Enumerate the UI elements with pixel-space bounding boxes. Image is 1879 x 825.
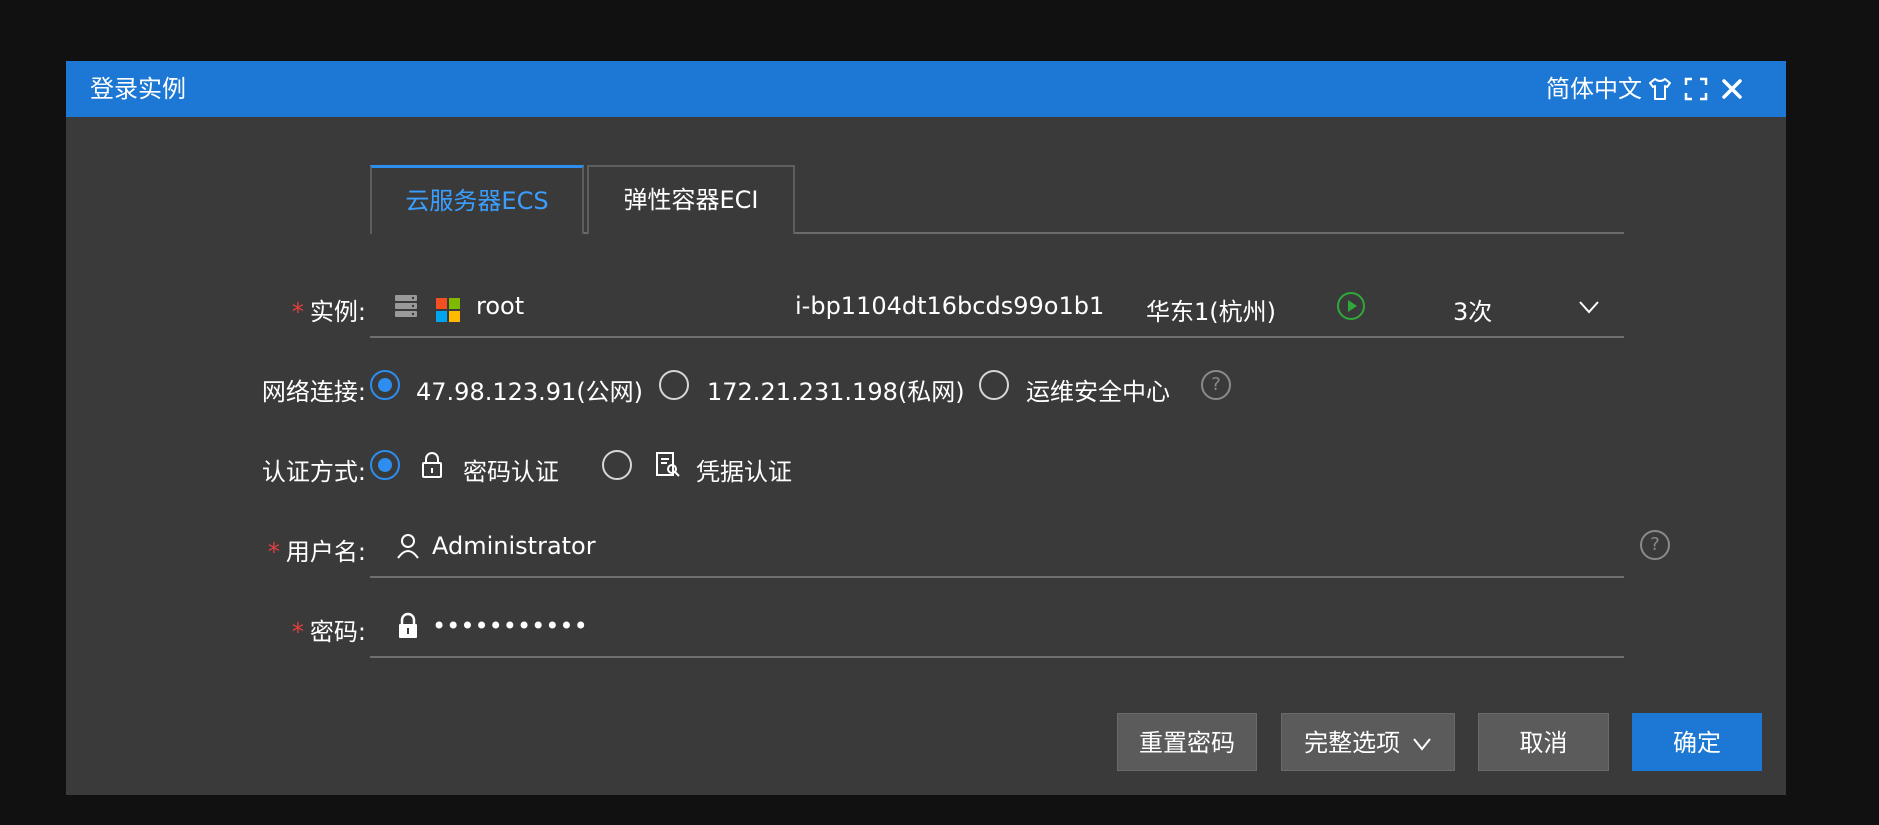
credential-auth-option[interactable]: 凭据认证 [696,452,792,487]
options-chevron-down-icon [1413,738,1431,751]
full-options-button[interactable]: 完整选项 [1281,713,1455,771]
instance-label-text: 实例: [309,298,366,326]
windows-icon [436,298,460,322]
full-options-label: 完整选项 [1304,729,1401,757]
server-icon [395,295,417,317]
radio-public-network[interactable] [370,370,400,400]
dialog-title: 登录实例 [90,75,186,103]
password-auth-option[interactable]: 密码认证 [463,452,559,487]
instance-id: i-bp1104dt16bcds99o1b1 [795,292,1105,320]
instance-region: 华东1(杭州) [1146,298,1276,326]
login-instance-dialog: 登录实例 简体中文 云服务器ECS 弹性容器ECI * 实例: root i-bp… [66,61,1786,795]
radio-password-auth[interactable] [370,450,400,480]
language-selector[interactable]: 简体中文 [1546,61,1642,117]
close-icon[interactable] [1718,75,1746,103]
required-marker: * [267,538,280,566]
password-label-text: 密码: [309,618,366,646]
tab-ecs[interactable]: 云服务器ECS [370,165,584,234]
password-label: * 密码: [66,612,366,647]
tab-eci[interactable]: 弹性容器ECI [587,165,795,234]
radio-credential-auth[interactable] [602,450,632,480]
bastion-option[interactable]: 运维安全中心 [1026,372,1170,407]
private-ip-option[interactable]: 172.21.231.198(私网) [707,372,965,407]
username-label: * 用户名: [66,532,366,567]
password-lock-icon [399,612,417,638]
radio-bastion[interactable] [979,370,1009,400]
username-underline [370,576,1624,578]
password-input[interactable]: ••••••••••• [432,612,588,640]
network-help-icon[interactable]: ? [1201,370,1231,400]
instance-label: * 实例: [66,292,366,327]
instance-name: root [476,292,525,320]
lock-icon [422,452,442,478]
expand-icon[interactable] [1682,75,1710,103]
confirm-button[interactable]: 确定 [1632,713,1762,771]
radio-private-network[interactable] [659,370,689,400]
title-bar: 登录实例 简体中文 [66,61,1786,117]
cancel-button[interactable]: 取消 [1478,713,1609,771]
username-label-text: 用户名: [285,538,366,566]
public-ip-option[interactable]: 47.98.123.91(公网) [416,372,643,407]
required-marker: * [291,618,304,646]
network-label: 网络连接: [261,378,366,406]
required-marker: * [291,298,304,326]
user-icon [397,534,419,559]
shirt-icon[interactable] [1646,75,1674,103]
password-underline [370,656,1624,658]
reset-password-button[interactable]: 重置密码 [1117,713,1257,771]
play-circle-icon [1337,292,1365,320]
username-input[interactable]: Administrator [432,532,596,560]
auth-label: 认证方式: [261,458,366,486]
instance-select-underline[interactable] [370,336,1624,338]
username-help-icon[interactable]: ? [1640,530,1670,560]
chevron-down-icon[interactable] [1578,296,1600,318]
login-count: 3次 [1453,298,1493,326]
credential-icon [656,452,680,477]
